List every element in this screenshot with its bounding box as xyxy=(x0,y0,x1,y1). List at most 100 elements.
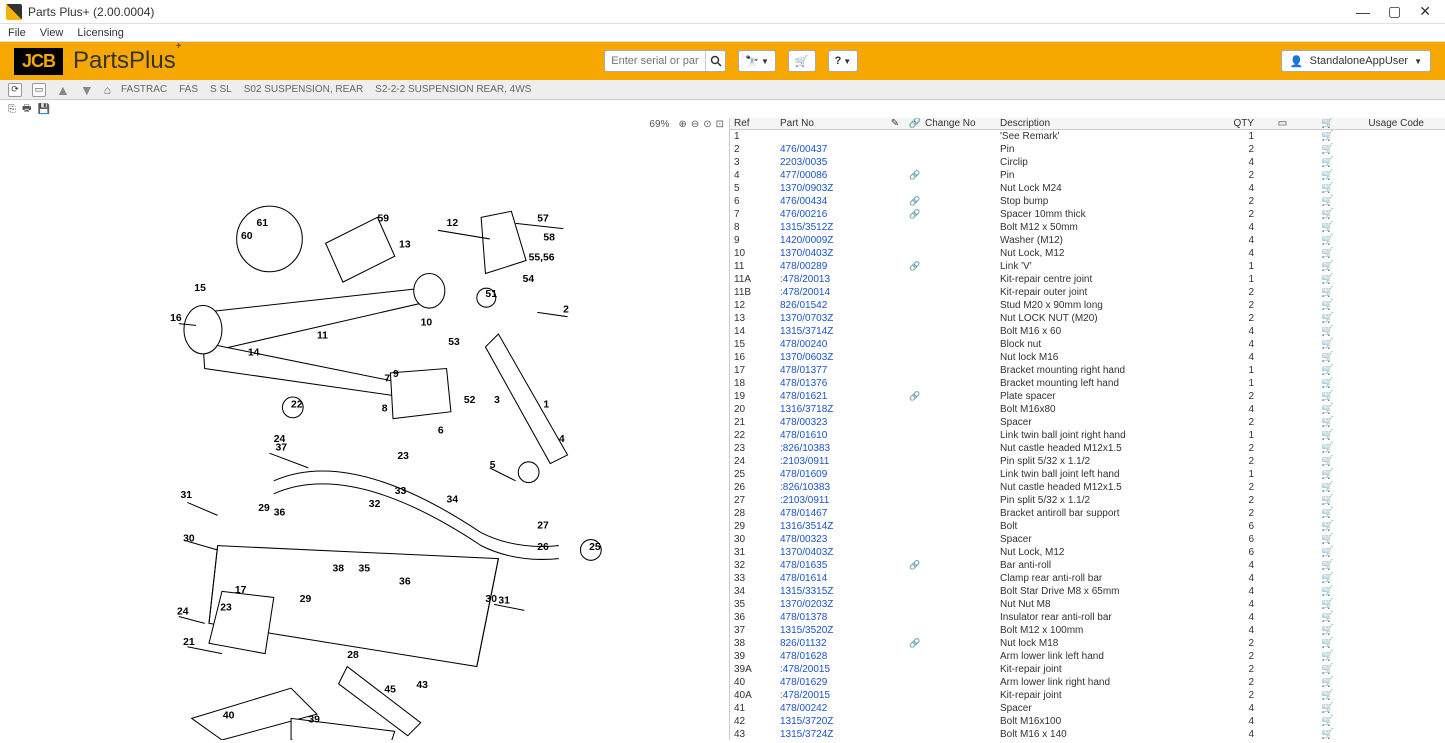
diagram-callout[interactable]: 23 xyxy=(220,602,232,613)
add-to-cart-icon[interactable]: 🛒 xyxy=(1305,144,1350,155)
cell-chain[interactable]: 🔗 xyxy=(905,170,925,181)
table-row[interactable]: 7476/00216🔗Spacer 10mm thick2🛒 xyxy=(730,208,1445,221)
add-to-cart-icon[interactable]: 🛒 xyxy=(1305,183,1350,194)
add-to-cart-icon[interactable]: 🛒 xyxy=(1305,508,1350,519)
header-link-icon[interactable]: 🔗 xyxy=(905,118,925,129)
table-row[interactable]: 32478/01635🔗Bar anti-roll4🛒 xyxy=(730,559,1445,572)
zoom-out-icon[interactable]: ⊖ xyxy=(690,118,700,131)
table-row[interactable]: 39478/01628Arm lower link left hand2🛒 xyxy=(730,650,1445,663)
add-to-cart-icon[interactable]: 🛒 xyxy=(1305,729,1350,740)
search-button[interactable] xyxy=(705,51,725,71)
diagram-callout[interactable]: 14 xyxy=(248,348,260,359)
cell-partno[interactable]: :478/20013 xyxy=(780,274,885,285)
diagram-callout[interactable]: 55,56 xyxy=(529,253,555,264)
table-row[interactable]: 81315/3512ZBolt M12 x 50mm4🛒 xyxy=(730,221,1445,234)
table-row[interactable]: 27:2103/0911Pin split 5/32 x 1.1/22🛒 xyxy=(730,494,1445,507)
zoom-fit-icon[interactable]: ⊡ xyxy=(715,118,725,131)
add-to-cart-icon[interactable]: 🛒 xyxy=(1305,547,1350,558)
header-partno[interactable]: Part No xyxy=(780,118,885,129)
table-row[interactable]: 101370/0403ZNut Lock, M124🛒 xyxy=(730,247,1445,260)
add-to-cart-icon[interactable]: 🛒 xyxy=(1305,352,1350,363)
cell-partno[interactable]: 1370/0603Z xyxy=(780,352,885,363)
table-row[interactable]: 28478/01467Bracket antiroll bar support2… xyxy=(730,507,1445,520)
add-to-cart-icon[interactable]: 🛒 xyxy=(1305,521,1350,532)
table-row[interactable]: 11478/00289🔗Link 'V'1🛒 xyxy=(730,260,1445,273)
cell-partno[interactable]: 478/01635 xyxy=(780,560,885,571)
add-to-cart-icon[interactable]: 🛒 xyxy=(1305,469,1350,480)
cell-partno[interactable]: :478/20015 xyxy=(780,690,885,701)
cell-partno[interactable]: 1315/3512Z xyxy=(780,222,885,233)
cell-partno[interactable]: :2103/0911 xyxy=(780,456,885,467)
add-to-cart-icon[interactable]: 🛒 xyxy=(1305,456,1350,467)
diagram-callout[interactable]: 7 xyxy=(384,373,390,384)
diagram-callout[interactable]: 31 xyxy=(498,596,510,607)
table-row[interactable]: 351370/0203ZNut Nut M84🛒 xyxy=(730,598,1445,611)
header-desc[interactable]: Description xyxy=(1000,118,1215,129)
diagram-callout[interactable]: 6 xyxy=(438,425,444,436)
breadcrumb-item[interactable]: S2-2-2 SUSPENSION REAR, 4WS xyxy=(375,84,531,95)
diagram-callout[interactable]: 51 xyxy=(485,289,497,300)
table-row[interactable]: 32203/0035Circlip4🛒 xyxy=(730,156,1445,169)
table-row[interactable]: 141315/3714ZBolt M16 x 604🛒 xyxy=(730,325,1445,338)
table-row[interactable]: 33478/01614Clamp rear anti-roll bar4🛒 xyxy=(730,572,1445,585)
add-to-cart-icon[interactable]: 🛒 xyxy=(1305,261,1350,272)
user-menu[interactable]: 👤 StandaloneAppUser ▼ xyxy=(1281,50,1431,72)
table-row[interactable]: 4477/00086🔗Pin2🛒 xyxy=(730,169,1445,182)
cell-partno[interactable]: 478/01378 xyxy=(780,612,885,623)
table-row[interactable]: 39A:478/20015Kit-repair joint2🛒 xyxy=(730,663,1445,676)
cell-partno[interactable]: 826/01542 xyxy=(780,300,885,311)
cell-partno[interactable]: 1315/3714Z xyxy=(780,326,885,337)
table-row[interactable]: 1'See Remark'1🛒 xyxy=(730,130,1445,143)
table-row[interactable]: 161370/0603ZNut lock M164🛒 xyxy=(730,351,1445,364)
diagram-callout[interactable]: 24 xyxy=(177,607,189,618)
zoom-reset-icon[interactable]: ⊙ xyxy=(702,118,712,131)
cell-partno[interactable]: 1315/3520Z xyxy=(780,625,885,636)
minimize-button[interactable]: — xyxy=(1356,4,1370,20)
diagram-callout[interactable]: 61 xyxy=(257,218,269,229)
header-extra-icon[interactable]: ▭ xyxy=(1260,118,1305,129)
header-change[interactable]: Change No xyxy=(925,118,1000,129)
diagram-callout[interactable]: 40 xyxy=(223,710,235,721)
cell-partno[interactable]: 1315/3315Z xyxy=(780,586,885,597)
cell-partno[interactable]: 1370/0403Z xyxy=(780,248,885,259)
image-button[interactable]: ▭ xyxy=(32,83,46,97)
cell-partno[interactable]: 476/00434 xyxy=(780,196,885,207)
cell-partno[interactable]: 478/00323 xyxy=(780,534,885,545)
cell-partno[interactable]: :826/10383 xyxy=(780,482,885,493)
add-to-cart-icon[interactable]: 🛒 xyxy=(1305,170,1350,181)
table-row[interactable]: 421315/3720ZBolt M16x1004🛒 xyxy=(730,715,1445,728)
print-button[interactable]: 🖶 xyxy=(22,101,31,118)
cell-partno[interactable]: 1315/3724Z xyxy=(780,729,885,740)
add-to-cart-icon[interactable]: 🛒 xyxy=(1305,313,1350,324)
diagram-callout[interactable]: 15 xyxy=(194,283,206,294)
binoculars-button[interactable]: 🔭▼ xyxy=(738,50,776,72)
refresh-button[interactable]: ⟳ xyxy=(8,83,22,97)
cell-partno[interactable]: 1370/0903Z xyxy=(780,183,885,194)
cell-partno[interactable]: 478/00289 xyxy=(780,261,885,272)
cell-partno[interactable]: 1370/0403Z xyxy=(780,547,885,558)
add-to-cart-icon[interactable]: 🛒 xyxy=(1305,664,1350,675)
add-to-cart-icon[interactable]: 🛒 xyxy=(1305,248,1350,259)
diagram-callout[interactable]: 36 xyxy=(274,507,286,518)
cell-partno[interactable]: 1370/0703Z xyxy=(780,313,885,324)
diagram-callout[interactable]: 32 xyxy=(369,499,381,510)
diagram-callout[interactable]: 38 xyxy=(333,564,345,575)
add-to-cart-icon[interactable]: 🛒 xyxy=(1305,430,1350,441)
cell-partno[interactable]: 478/01467 xyxy=(780,508,885,519)
cell-partno[interactable]: :826/10383 xyxy=(780,443,885,454)
cell-partno[interactable]: 478/00323 xyxy=(780,417,885,428)
add-to-cart-icon[interactable]: 🛒 xyxy=(1305,365,1350,376)
diagram-callout[interactable]: 17 xyxy=(235,585,247,596)
diagram-callout[interactable]: 1 xyxy=(543,399,549,410)
menu-file[interactable]: File xyxy=(8,27,26,39)
down-button[interactable]: ▼ xyxy=(80,82,94,98)
add-to-cart-icon[interactable]: 🛒 xyxy=(1305,404,1350,415)
add-to-cart-icon[interactable]: 🛒 xyxy=(1305,573,1350,584)
cell-partno[interactable]: 1315/3720Z xyxy=(780,716,885,727)
cell-partno[interactable]: 1370/0203Z xyxy=(780,599,885,610)
table-row[interactable]: 371315/3520ZBolt M12 x 100mm4🛒 xyxy=(730,624,1445,637)
diagram-callout[interactable]: 54 xyxy=(523,274,535,285)
diagram-callout[interactable]: 31 xyxy=(180,490,192,501)
diagram-pane[interactable]: 69% ⊕ ⊖ ⊙ ⊡ xyxy=(0,118,730,740)
cell-partno[interactable]: 478/01377 xyxy=(780,365,885,376)
